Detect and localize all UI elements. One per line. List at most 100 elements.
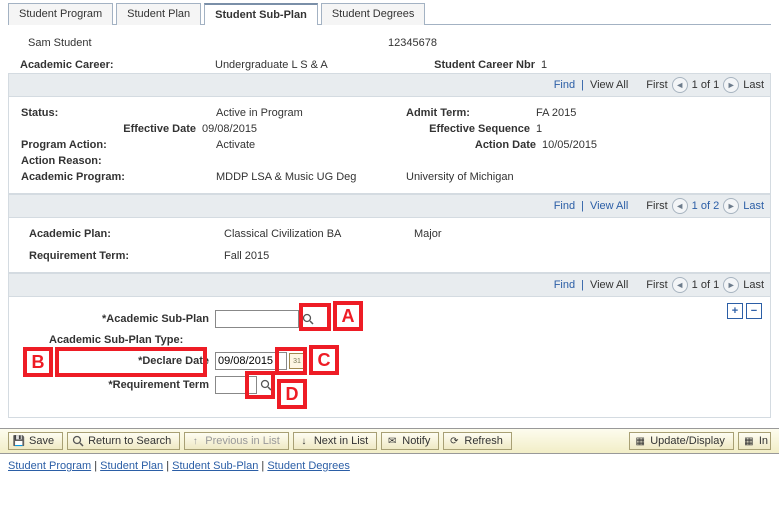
action-bar: 💾 Save Return to Search ↑ Previous in Li… — [0, 428, 779, 454]
admit-term-label: Admit Term: — [406, 107, 536, 119]
search-icon — [72, 435, 84, 447]
record-count: 1 of 1 — [692, 79, 720, 91]
last-label: Last — [743, 279, 764, 291]
add-row-button[interactable]: + — [727, 303, 743, 319]
status-label: Status: — [9, 107, 216, 119]
view-all-label: View All — [590, 79, 628, 91]
save-button[interactable]: 💾 Save — [8, 432, 63, 450]
first-label: First — [646, 79, 667, 91]
nav-separator: | — [581, 79, 584, 91]
notify-label: Notify — [402, 435, 430, 447]
admit-term-value: FA 2015 — [536, 107, 576, 119]
req-term-label: Requirement Term: — [9, 250, 224, 262]
save-icon: 💾 — [13, 435, 25, 447]
include-icon: ▦ — [743, 435, 755, 447]
callout-c: C — [309, 345, 339, 375]
callout-box-b — [55, 347, 207, 377]
delete-row-button[interactable]: − — [746, 303, 762, 319]
next-record-icon[interactable]: ► — [723, 77, 739, 93]
callout-d: D — [277, 379, 307, 409]
next-record-icon[interactable]: ► — [723, 277, 739, 293]
footer-link-degrees[interactable]: Student Degrees — [267, 460, 350, 472]
prev-record-icon[interactable]: ◄ — [672, 77, 688, 93]
update-label: Update/Display — [650, 435, 725, 447]
include-history-button[interactable]: ▦ In — [738, 432, 771, 450]
academic-plan-label: Academic Plan: — [9, 228, 224, 240]
down-arrow-icon: ↓ — [298, 435, 310, 447]
next-in-list-button[interactable]: ↓ Next in List — [293, 432, 377, 450]
up-arrow-icon: ↑ — [189, 435, 201, 447]
action-date-label: Action Date — [406, 139, 542, 151]
plan-type-value: Major — [414, 228, 442, 240]
academic-career-value: Undergraduate L S & A — [215, 59, 405, 71]
action-date-value: 10/05/2015 — [542, 139, 597, 151]
career-nbr-label: Student Career Nbr — [405, 59, 541, 71]
subplan-field-label: *Academic Sub-Plan — [19, 313, 215, 325]
prev-record-icon[interactable]: ◄ — [672, 198, 688, 214]
next-label: Next in List — [314, 435, 368, 447]
status-value: Active in Program — [216, 107, 406, 119]
tab-student-program[interactable]: Student Program — [8, 3, 113, 25]
subplan-input[interactable] — [215, 310, 299, 328]
student-name: Sam Student — [28, 37, 388, 49]
footer-link-plan[interactable]: Student Plan — [100, 460, 163, 472]
subplan-req-term-label: *Requirement Term — [19, 379, 215, 391]
include-label: In — [759, 435, 768, 447]
academic-program-label: Academic Program: — [9, 171, 216, 183]
tab-student-degrees[interactable]: Student Degrees — [321, 3, 426, 25]
last-link[interactable]: Last — [743, 200, 764, 212]
footer-link-program[interactable]: Student Program — [8, 460, 91, 472]
nav-separator: | — [581, 279, 584, 291]
academic-program-value: MDDP LSA & Music UG Deg — [216, 171, 406, 183]
tab-student-subplan[interactable]: Student Sub-Plan — [204, 3, 318, 25]
nav-bar-2: Find | View All First ◄ 1 of 2 ► Last — [8, 194, 771, 218]
callout-box-a — [299, 303, 331, 331]
find-link-2[interactable]: Find — [554, 200, 575, 212]
academic-plan-value: Classical Civilization BA — [224, 228, 414, 240]
prev-label: Previous in List — [205, 435, 280, 447]
update-icon: ▦ — [634, 435, 646, 447]
record-count: 1 of 1 — [692, 279, 720, 291]
nav-separator: | — [581, 200, 584, 212]
subplan-form: + − *Academic Sub-Plan Academic Sub-Plan… — [8, 297, 771, 418]
return-label: Return to Search — [88, 435, 171, 447]
subplan-type-label: Academic Sub-Plan Type: — [19, 334, 245, 346]
view-all-link-2[interactable]: View All — [590, 200, 628, 212]
next-record-icon[interactable]: ► — [723, 198, 739, 214]
callout-box-d — [245, 371, 275, 399]
find-link[interactable]: Find — [554, 79, 575, 91]
effective-date-label: Effective Date — [9, 123, 202, 135]
nav-bar-1: Find | View All First ◄ 1 of 1 ► Last — [8, 73, 771, 97]
prev-record-icon[interactable]: ◄ — [672, 277, 688, 293]
update-display-button[interactable]: ▦ Update/Display — [629, 432, 734, 450]
student-id: 12345678 — [388, 37, 437, 49]
program-action-value: Activate — [216, 139, 406, 151]
last-label: Last — [743, 79, 764, 91]
footer-links: Student Program | Student Plan | Student… — [0, 454, 779, 478]
program-action-label: Program Action: — [9, 139, 216, 151]
callout-box-c — [275, 347, 307, 375]
record-count[interactable]: 1 of 2 — [692, 200, 720, 212]
footer-link-subplan[interactable]: Student Sub-Plan — [172, 460, 258, 472]
req-term-value: Fall 2015 — [224, 250, 269, 262]
effective-seq-value: 1 — [536, 123, 542, 135]
callout-b: B — [23, 347, 53, 377]
notify-icon: ✉ — [386, 435, 398, 447]
tab-student-plan[interactable]: Student Plan — [116, 3, 201, 25]
academic-career-label: Academic Career: — [8, 59, 215, 71]
first-label: First — [646, 200, 667, 212]
nav-bar-3: Find | View All First ◄ 1 of 1 ► Last — [8, 273, 771, 297]
refresh-label: Refresh — [464, 435, 503, 447]
refresh-button[interactable]: ⟳ Refresh — [443, 432, 512, 450]
return-to-search-button[interactable]: Return to Search — [67, 432, 180, 450]
action-reason-label: Action Reason: — [9, 155, 216, 167]
refresh-icon: ⟳ — [448, 435, 460, 447]
career-nbr-value: 1 — [541, 59, 547, 71]
effective-date-value: 09/08/2015 — [202, 123, 400, 135]
institution-value: University of Michigan — [406, 171, 514, 183]
notify-button[interactable]: ✉ Notify — [381, 432, 439, 450]
save-label: Save — [29, 435, 54, 447]
find-link-3[interactable]: Find — [554, 279, 575, 291]
view-all-label: View All — [590, 279, 628, 291]
first-label: First — [646, 279, 667, 291]
